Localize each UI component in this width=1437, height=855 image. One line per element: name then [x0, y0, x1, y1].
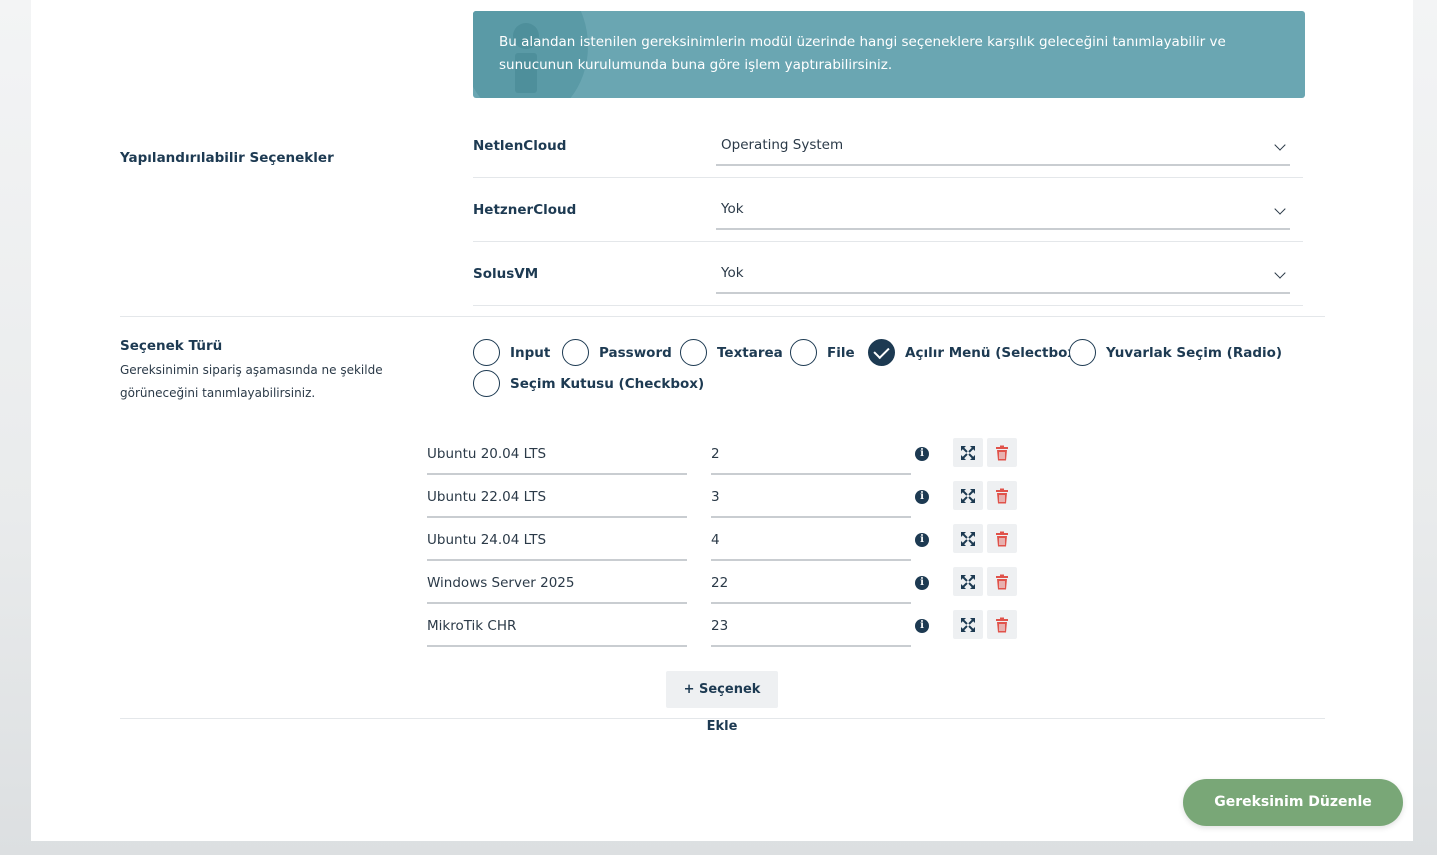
- info-box: Bu alandan istenilen gereksinimlerin mod…: [473, 11, 1305, 98]
- move-button[interactable]: [953, 524, 983, 553]
- info-icon[interactable]: i: [915, 533, 929, 547]
- expand-icon: [961, 532, 975, 546]
- delete-button[interactable]: [987, 438, 1017, 467]
- option-name-input[interactable]: Windows Server 2025: [427, 567, 687, 604]
- option-value-input[interactable]: 23: [711, 610, 911, 647]
- option-row: MikroTik CHR 23 i: [427, 610, 1027, 650]
- info-icon[interactable]: i: [915, 576, 929, 590]
- option-value-input[interactable]: 2: [711, 438, 911, 475]
- trash-icon: [996, 445, 1008, 461]
- trash-icon: [996, 574, 1008, 590]
- module-label-solusvm: SolusVM: [473, 266, 539, 282]
- select-hetznercloud[interactable]: Yok: [716, 192, 1290, 230]
- move-button[interactable]: [953, 610, 983, 639]
- radio-selectbox[interactable]: Açılır Menü (Selectbox): [868, 339, 1082, 366]
- select-netlencloud[interactable]: Operating System: [716, 128, 1290, 166]
- row-divider: [473, 305, 1303, 306]
- radio-label: File: [827, 344, 855, 361]
- radio-circle: [473, 339, 500, 366]
- radio-label: Seçim Kutusu (Checkbox): [510, 375, 705, 392]
- select-value: Operating System: [721, 137, 844, 153]
- move-button[interactable]: [953, 438, 983, 467]
- radio-label: Textarea: [717, 344, 783, 361]
- radio-label: Password: [599, 344, 672, 361]
- option-name-input[interactable]: Ubuntu 20.04 LTS: [427, 438, 687, 475]
- module-label-netlencloud: NetlenCloud: [473, 138, 567, 154]
- radio-label: Yuvarlak Seçim (Radio): [1106, 344, 1283, 361]
- row-divider: [473, 177, 1303, 178]
- edit-requirement-button[interactable]: Gereksinim Düzenle: [1183, 779, 1403, 826]
- chevron-down-icon: [1274, 139, 1286, 151]
- option-value-input[interactable]: 3: [711, 481, 911, 518]
- radio-radio[interactable]: Yuvarlak Seçim (Radio): [1069, 339, 1282, 366]
- trash-icon: [996, 488, 1008, 504]
- section-divider: [120, 718, 1325, 719]
- radio-input[interactable]: Input: [473, 339, 550, 366]
- radio-circle: [1069, 339, 1096, 366]
- module-label-hetznercloud: HetznerCloud: [473, 202, 577, 218]
- option-type-label: Seçenek Türü: [120, 338, 223, 354]
- row-divider: [473, 241, 1303, 242]
- info-text: Bu alandan istenilen gereksinimlerin mod…: [499, 34, 1226, 73]
- expand-icon: [961, 618, 975, 632]
- info-icon[interactable]: i: [915, 619, 929, 633]
- move-button[interactable]: [953, 567, 983, 596]
- add-option-button[interactable]: + Seçenek Ekle: [666, 671, 778, 734]
- info-icon[interactable]: i: [915, 447, 929, 461]
- expand-icon: [961, 446, 975, 460]
- radio-label: Açılır Menü (Selectbox): [905, 344, 1083, 361]
- delete-button[interactable]: [987, 610, 1017, 639]
- delete-button[interactable]: [987, 524, 1017, 553]
- delete-button[interactable]: [987, 567, 1017, 596]
- configurable-options-label: Yapılandırılabilir Seçenekler: [120, 150, 334, 166]
- option-name-input[interactable]: MikroTik CHR: [427, 610, 687, 647]
- delete-button[interactable]: [987, 481, 1017, 510]
- radio-file[interactable]: File: [790, 339, 855, 366]
- option-row: Ubuntu 22.04 LTS 3 i: [427, 481, 1027, 521]
- radio-textarea[interactable]: Textarea: [680, 339, 783, 366]
- radio-circle-checked: [868, 339, 895, 366]
- select-value: Yok: [721, 265, 744, 281]
- radio-circle: [562, 339, 589, 366]
- trash-icon: [996, 617, 1008, 633]
- option-name-input[interactable]: Ubuntu 24.04 LTS: [427, 524, 687, 561]
- radio-circle: [473, 370, 500, 397]
- option-row: Ubuntu 24.04 LTS 4 i: [427, 524, 1027, 564]
- expand-icon: [961, 489, 975, 503]
- option-value-input[interactable]: 22: [711, 567, 911, 604]
- option-row: Windows Server 2025 22 i: [427, 567, 1027, 607]
- move-button[interactable]: [953, 481, 983, 510]
- radio-circle: [680, 339, 707, 366]
- chevron-down-icon: [1274, 267, 1286, 279]
- expand-icon: [961, 575, 975, 589]
- trash-icon: [996, 531, 1008, 547]
- option-value-input[interactable]: 4: [711, 524, 911, 561]
- radio-checkbox[interactable]: Seçim Kutusu (Checkbox): [473, 370, 704, 397]
- option-name-input[interactable]: Ubuntu 22.04 LTS: [427, 481, 687, 518]
- select-value: Yok: [721, 201, 744, 217]
- radio-circle: [790, 339, 817, 366]
- info-icon[interactable]: i: [915, 490, 929, 504]
- chevron-down-icon: [1274, 203, 1286, 215]
- section-divider: [120, 316, 1325, 317]
- radio-label: Input: [510, 344, 551, 361]
- radio-password[interactable]: Password: [562, 339, 672, 366]
- select-solusvm[interactable]: Yok: [716, 256, 1290, 294]
- option-row: Ubuntu 20.04 LTS 2 i: [427, 438, 1027, 478]
- option-type-description: Gereksinimin sipariş aşamasında ne şekil…: [120, 363, 383, 400]
